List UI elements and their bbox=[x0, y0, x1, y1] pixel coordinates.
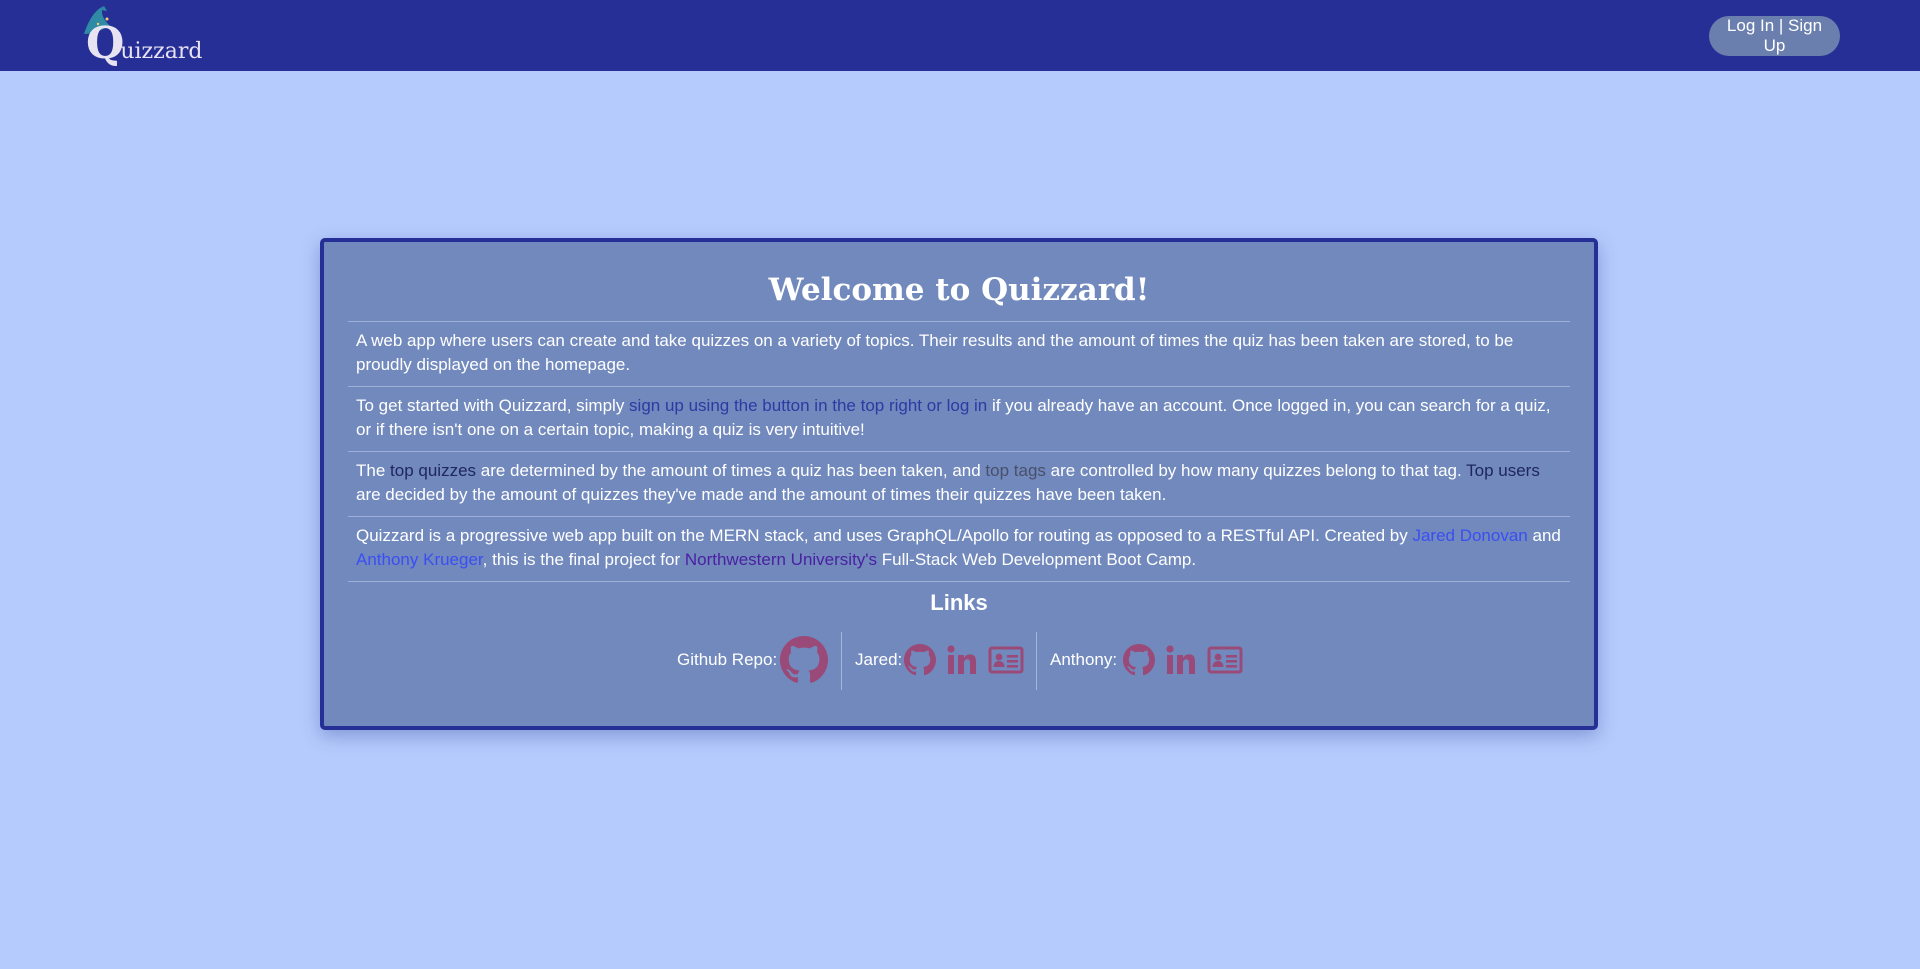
github-repo-label: Github Repo: bbox=[677, 650, 778, 669]
divider bbox=[348, 581, 1570, 582]
github-icon bbox=[1123, 644, 1155, 676]
links-row: Github Repo: Jared: Anthony: bbox=[324, 630, 1594, 690]
text-segment: are controlled by how many quizzes belon… bbox=[1045, 461, 1467, 480]
links-heading: Links bbox=[930, 590, 988, 615]
contact-card-icon bbox=[988, 646, 1024, 674]
text-segment: are determined by the amount of times a … bbox=[476, 461, 986, 480]
github-repo-link[interactable] bbox=[780, 636, 828, 684]
top-quizzes-link[interactable]: top quizzes bbox=[390, 461, 476, 480]
intro-paragraph: A web app where users can create and tak… bbox=[356, 331, 1514, 374]
github-icon bbox=[904, 644, 936, 676]
quizzard-logo[interactable]: Quizzard bbox=[80, 4, 202, 66]
jared-contact-link[interactable] bbox=[988, 644, 1024, 676]
login-signup-button[interactable]: Log In | Sign Up bbox=[1709, 16, 1840, 56]
navbar: Quizzard Log In | Sign Up bbox=[0, 0, 1920, 71]
logo-name: uizzard bbox=[120, 39, 203, 64]
linkedin-icon bbox=[1166, 645, 1195, 674]
contact-card-icon bbox=[1207, 646, 1243, 674]
jared-github-link[interactable] bbox=[904, 644, 936, 676]
anthony-label: Anthony: bbox=[1050, 650, 1118, 669]
anthony-linkedin-link[interactable] bbox=[1165, 644, 1197, 676]
northwestern-link[interactable]: Northwestern University's bbox=[685, 550, 877, 569]
text-segment: are decided by the amount of quizzes the… bbox=[356, 485, 1167, 504]
logo-initial: Q bbox=[86, 18, 125, 69]
about-paragraph: Quizzard is a progressive web app built … bbox=[356, 524, 1566, 572]
top-tags-link[interactable]: top tags bbox=[985, 461, 1046, 480]
text-segment: To get started with Quizzard, simply bbox=[356, 396, 630, 415]
anthony-contact-link[interactable] bbox=[1207, 644, 1243, 676]
divider bbox=[348, 516, 1570, 517]
text-segment: and bbox=[1527, 526, 1561, 545]
getting-started-paragraph: To get started with Quizzard, simply sig… bbox=[356, 394, 1566, 442]
jared-donovan-link[interactable]: Jared Donovan bbox=[1412, 526, 1527, 545]
linkedin-icon bbox=[947, 645, 976, 674]
jared-linkedin-link[interactable] bbox=[946, 644, 978, 676]
text-segment: The bbox=[356, 461, 391, 480]
link-group-divider bbox=[1036, 632, 1037, 690]
signup-login-link[interactable]: sign up using the button in the top righ… bbox=[629, 396, 987, 415]
rankings-paragraph: The top quizzes are determined by the am… bbox=[356, 459, 1566, 507]
github-icon bbox=[780, 636, 828, 683]
top-users-link[interactable]: Top users bbox=[1466, 461, 1540, 480]
link-group-divider bbox=[841, 632, 842, 690]
text-segment: Quizzard is a progressive web app built … bbox=[356, 526, 1413, 545]
logo-text: Quizzard bbox=[86, 22, 206, 66]
text-segment: , this is the final project for bbox=[482, 550, 685, 569]
jared-label: Jared: bbox=[855, 650, 903, 669]
welcome-title: Welcome to Quizzard! bbox=[768, 272, 1150, 308]
text-segment: Full-Stack Web Development Boot Camp. bbox=[877, 550, 1197, 569]
welcome-card: Welcome to Quizzard! A web app where use… bbox=[320, 238, 1598, 730]
divider bbox=[348, 321, 1570, 322]
anthony-github-link[interactable] bbox=[1123, 644, 1155, 676]
divider bbox=[348, 451, 1570, 452]
divider bbox=[348, 386, 1570, 387]
anthony-krueger-link[interactable]: Anthony Krueger bbox=[356, 550, 483, 569]
